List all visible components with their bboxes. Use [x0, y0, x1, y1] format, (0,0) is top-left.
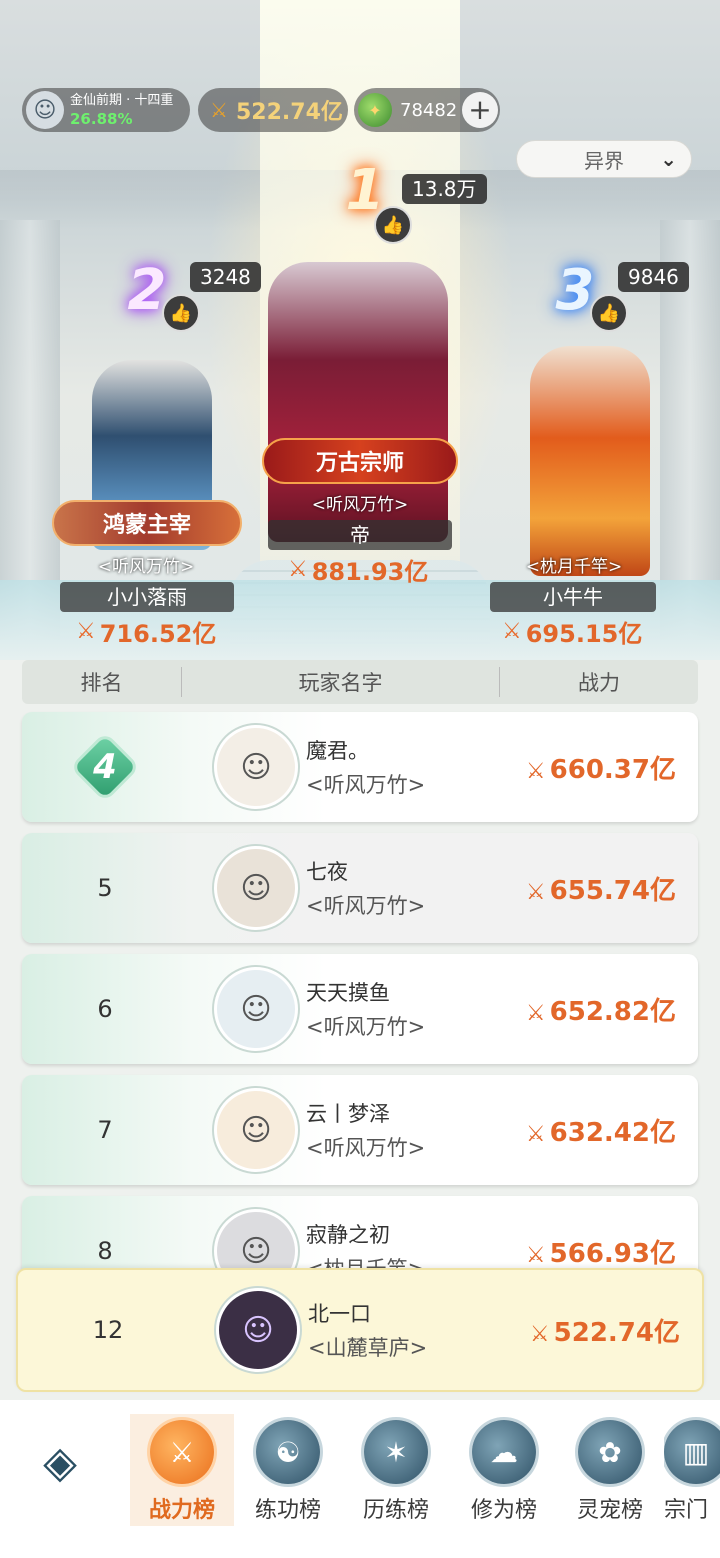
tab-trial-rank[interactable]: ✶ 历练榜	[344, 1414, 448, 1526]
tab-training-rank[interactable]: ☯ 练功榜	[236, 1414, 340, 1526]
thumbs-up-icon[interactable]: 👍	[162, 294, 200, 332]
table-row[interactable]: 4 ☺ 魔君。 <听风万竹> ⚔ 660.37亿	[22, 712, 698, 822]
sword-icon: ⚔	[525, 1242, 546, 1268]
sword-icon: ⚔	[525, 879, 546, 905]
rank-1-name: 帝	[268, 520, 452, 550]
my-rank-number: 12	[92, 1316, 124, 1344]
compass-icon: ✶	[364, 1420, 428, 1484]
sword-icon: ⚔	[502, 619, 522, 644]
avatar[interactable]: ☺	[214, 846, 298, 930]
rank-number: 5	[97, 874, 113, 902]
rank-3-character[interactable]	[530, 346, 650, 576]
player-power: ⚔ 652.82亿	[525, 996, 676, 1027]
player-name: 七夜	[306, 860, 348, 884]
power-value: 522.74亿	[236, 100, 343, 125]
header-power: 战力	[578, 671, 620, 695]
player-name: 天天摸鱼	[306, 981, 390, 1005]
home-icon[interactable]: ◈	[24, 1434, 96, 1490]
rank-badge-icon: 4	[77, 739, 133, 795]
sword-icon: ⚔	[150, 1420, 214, 1484]
rank-1-likes: 13.8万	[402, 174, 487, 204]
yin-yang-icon: ☯	[256, 1420, 320, 1484]
sword-icon: ⚔	[529, 1321, 550, 1347]
tab-label: 战力榜	[148, 1498, 215, 1523]
tab-cultivation-rank[interactable]: ☁ 修为榜	[452, 1414, 556, 1526]
tab-label: 练功榜	[254, 1498, 321, 1523]
realm-progress: 26.88%	[70, 110, 133, 128]
add-currency-button[interactable]: +	[462, 92, 498, 128]
player-avatar-icon: ☺	[26, 91, 64, 129]
rank-1-title: 万古宗师	[262, 438, 458, 484]
my-power: ⚔ 522.74亿	[529, 1317, 680, 1348]
rank-3-guild: <枕月千竿>	[525, 557, 623, 577]
tab-sect-rank[interactable]: ▥ 宗门	[664, 1414, 720, 1526]
hat-icon: ☁	[472, 1420, 536, 1484]
sword-icon: ⚔	[288, 557, 308, 582]
tab-pet-rank[interactable]: ✿ 灵宠榜	[558, 1414, 662, 1526]
server-select[interactable]: 异界 ⌄	[516, 140, 692, 178]
avatar[interactable]: ☺	[214, 725, 298, 809]
chevron-down-icon: ⌄	[660, 147, 677, 171]
rank-2-likes: 3248	[190, 262, 261, 292]
rank-number: 8	[97, 1237, 113, 1265]
table-row[interactable]: 5 ☺ 七夜 <听风万竹> ⚔ 655.74亿	[22, 833, 698, 943]
sword-icon: ⚔	[525, 1121, 546, 1147]
currency-status: ✦ 78482 +	[354, 88, 500, 132]
avatar[interactable]: ☺	[216, 1288, 300, 1372]
sword-icon: ⚔	[525, 758, 546, 784]
realm-label: 金仙前期 · 十四重	[70, 93, 174, 108]
player-guild: <听风万竹>	[306, 894, 426, 918]
player-power: ⚔ 566.93亿	[525, 1238, 676, 1269]
rank-2-guild: <听风万竹>	[97, 557, 195, 577]
rank-3-power: ⚔ 695.15亿	[502, 619, 643, 648]
tab-power-rank[interactable]: ⚔ 战力榜	[130, 1414, 234, 1526]
avatar[interactable]: ☺	[214, 1088, 298, 1172]
player-name: 寂静之初	[306, 1223, 390, 1247]
my-rank-row[interactable]: 12 ☺ 北一口 <山麓草庐> ⚔ 522.74亿	[16, 1268, 704, 1392]
rank-2-title: 鸿蒙主宰	[52, 500, 242, 546]
table-row[interactable]: 6 ☺ 天天摸鱼 <听风万竹> ⚔ 652.82亿	[22, 954, 698, 1064]
cat-icon: ✿	[578, 1420, 642, 1484]
player-guild: <听风万竹>	[306, 773, 426, 797]
rank-number: 6	[97, 995, 113, 1023]
player-power: ⚔ 655.74亿	[525, 875, 676, 906]
currency-value: 78482	[400, 99, 458, 121]
realm-status[interactable]: ☺ 金仙前期 · 十四重 26.88%	[22, 88, 190, 132]
tab-label: 修为榜	[470, 1498, 537, 1523]
header-name: 玩家名字	[182, 667, 500, 697]
tab-label: 历练榜	[362, 1498, 429, 1523]
sect-icon: ▥	[664, 1420, 720, 1484]
spirit-coin-icon: ✦	[358, 93, 392, 127]
rank-number: 7	[97, 1116, 113, 1144]
player-name: 魔君。	[306, 739, 369, 763]
player-guild: <听风万竹>	[306, 1136, 426, 1160]
rank-3-name: 小牛牛	[490, 582, 656, 612]
sword-icon: ⚔	[76, 619, 96, 644]
rank-1-guild: <听风万竹>	[311, 495, 409, 515]
player-power: ⚔ 660.37亿	[525, 754, 676, 785]
player-power: ⚔ 632.42亿	[525, 1117, 676, 1148]
thumbs-up-icon[interactable]: 👍	[374, 206, 412, 244]
thumbs-up-icon[interactable]: 👍	[590, 294, 628, 332]
pillar-left	[0, 220, 60, 640]
table-row[interactable]: 7 ☺ 云丨梦泽 <听风万竹> ⚔ 632.42亿	[22, 1075, 698, 1185]
tab-label: 宗门	[664, 1498, 709, 1523]
sword-icon: ⚔	[210, 98, 228, 122]
power-status: ⚔ 522.74亿	[198, 88, 348, 132]
table-header: 排名 玩家名字 战力	[22, 660, 698, 704]
rank-2-power: ⚔ 716.52亿	[76, 619, 217, 648]
rank-3-likes: 9846	[618, 262, 689, 292]
tab-label: 灵宠榜	[576, 1498, 643, 1523]
rank-1-power: ⚔ 881.93亿	[288, 557, 429, 586]
player-name: 云丨梦泽	[306, 1102, 390, 1126]
my-name: 北一口	[308, 1302, 371, 1326]
header-rank: 排名	[22, 667, 182, 697]
player-guild: <听风万竹>	[306, 1015, 426, 1039]
my-guild: <山麓草庐>	[308, 1336, 428, 1360]
sword-icon: ⚔	[525, 1000, 546, 1026]
rank-2-name: 小小落雨	[60, 582, 234, 612]
avatar[interactable]: ☺	[214, 967, 298, 1051]
server-select-value: 异界	[584, 148, 624, 173]
